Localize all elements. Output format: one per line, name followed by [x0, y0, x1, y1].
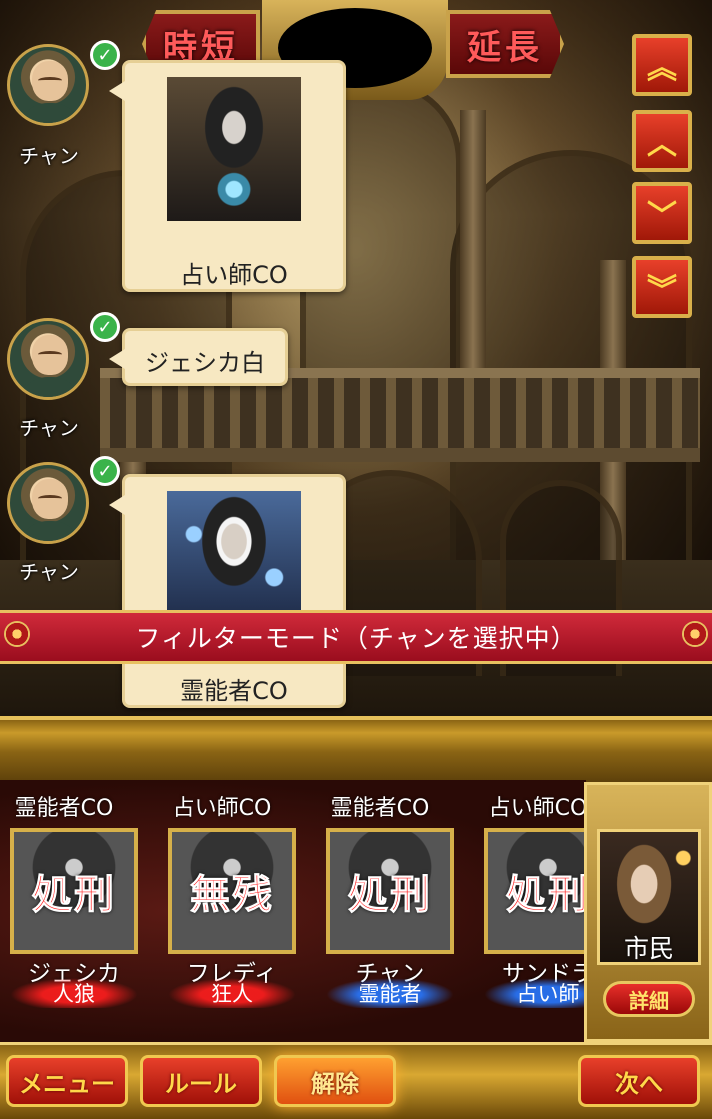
speaker-name: チャン	[19, 560, 79, 584]
seer-card-image	[167, 77, 301, 221]
filter-mode-text: フィルターモード（チャンを選択中）	[135, 624, 577, 653]
mansion-hall-background	[0, 0, 712, 716]
check-icon: ✓	[90, 312, 120, 342]
player-portrait: 無残	[168, 828, 296, 954]
detail-button[interactable]: 詳細	[603, 981, 695, 1017]
chat-input-bar	[0, 716, 712, 784]
player-co-label: 占い師CO	[172, 796, 272, 821]
execution-stamp: 処刑	[506, 871, 587, 919]
speaker-name: チャン	[19, 416, 79, 440]
bottom-nav: メニュー ルール 解除 次へ	[0, 1042, 712, 1119]
scroll-top-button[interactable]: ︽	[632, 34, 692, 96]
player-role: 霊能者	[326, 978, 454, 1008]
check-icon: ✓	[90, 40, 120, 70]
player-portrait: 処刑	[484, 828, 586, 954]
scroll-down-button[interactable]: ﹀	[632, 182, 692, 244]
player-role: 人狼	[10, 978, 138, 1008]
speaker-name: チャン	[19, 144, 79, 168]
chat-message-text: ジェシカ白	[145, 349, 265, 377]
player-portrait: 処刑	[326, 828, 454, 954]
scroll-up-button[interactable]: ︿	[632, 110, 692, 172]
filter-mode-banner[interactable]: フィルターモード（チャンを選択中）	[0, 610, 712, 664]
player-role: 狂人	[168, 978, 296, 1008]
ornament-icon	[4, 621, 30, 647]
menu-button[interactable]: メニュー	[6, 1055, 128, 1107]
killed-stamp: 無残	[190, 871, 274, 919]
chevron-up-icon: ︿	[647, 127, 677, 162]
avatar[interactable]	[7, 318, 89, 400]
player-co-label: 霊能者CO	[330, 796, 430, 821]
own-role-label: 市民	[623, 934, 674, 963]
check-icon: ✓	[90, 456, 120, 486]
chat-bubble-card: 占い師CO	[109, 60, 346, 292]
double-chevron-down-icon: ︾	[647, 273, 677, 308]
scroll-bottom-button[interactable]: ︾	[632, 256, 692, 318]
extend-time-button[interactable]: 延長	[446, 10, 564, 78]
player-co-label: 占い師CO	[488, 796, 586, 821]
player-portrait: 処刑	[10, 828, 138, 954]
player-co-label: 霊能者CO	[14, 796, 114, 821]
own-role-card: 市民 詳細	[584, 782, 712, 1042]
chat-bubble-text: ジェシカ白	[109, 328, 288, 386]
release-filter-button[interactable]: 解除	[274, 1055, 396, 1107]
ornament-icon	[682, 621, 708, 647]
avatar[interactable]	[7, 462, 89, 544]
chat-message-text: 占い師CO	[180, 261, 288, 289]
execution-stamp: 処刑	[348, 871, 432, 919]
chat-message-text: 霊能者CO	[180, 677, 288, 705]
player-role: 占い師	[484, 978, 586, 1008]
player-list[interactable]: 霊能者CO 処刑 ジェシカ 人狼 占い師CO 無残 フレディ 狂人 霊能者CO …	[0, 780, 586, 1042]
rules-button[interactable]: ルール	[140, 1055, 262, 1107]
chevron-down-icon: ﹀	[647, 199, 677, 234]
avatar[interactable]	[7, 44, 89, 126]
chat-bubble-card: 霊能者CO	[109, 474, 346, 708]
next-button[interactable]: 次へ	[578, 1055, 700, 1107]
double-chevron-up-icon: ︽	[647, 51, 677, 86]
execution-stamp: 処刑	[32, 871, 116, 919]
